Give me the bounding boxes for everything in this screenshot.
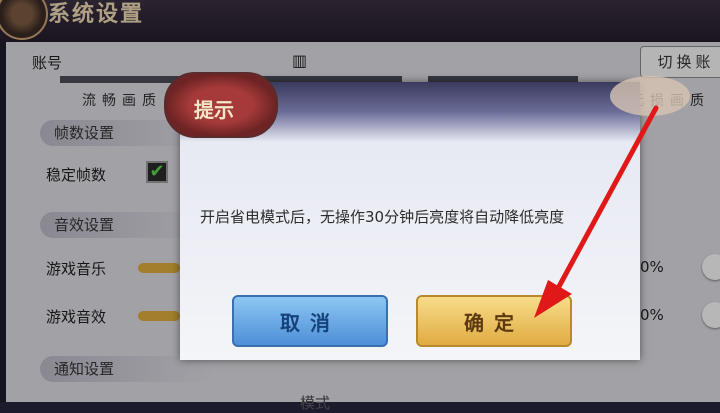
arrow-shaft: [553, 105, 659, 295]
arrow-head: [534, 280, 572, 318]
red-arrow-annotation: [534, 105, 659, 318]
